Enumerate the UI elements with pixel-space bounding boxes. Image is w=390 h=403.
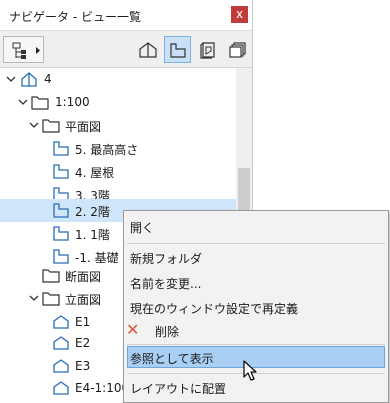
folder-icon [31,96,49,110]
chevron-down-icon[interactable] [29,120,39,130]
publisher-sets-icon [228,41,246,58]
folder-icon [42,119,60,133]
tree-item-label: 1:100 [55,95,90,109]
menu-item-label: 新規フォルダ [130,252,203,266]
chevron-down-icon[interactable] [18,97,28,107]
menu-item-delete[interactable]: ✕ 削除 [126,320,385,342]
tree-item-label: 2. 2階 [75,205,110,219]
menu-item-label: レイアウトに配置 [130,382,227,396]
elevation-icon [53,381,69,395]
tree-item-label: E4-1:100 [75,381,130,395]
menu-item-redefine[interactable]: 現在のウィンドウ設定で再定義 [127,297,385,319]
menu-item-label: 参照として表示 [130,352,214,366]
mouse-cursor-icon [243,360,257,381]
tree-item-label: 1. 1階 [75,228,110,242]
menu-separator [127,344,385,345]
window-title: ナビゲータ - ビュー一覧 [9,10,141,24]
tree-item-label: E2 [75,336,91,350]
view-map-button[interactable] [164,36,191,63]
floor-plan-icon [53,226,69,241]
floor-plan-icon [53,141,69,156]
tree-item-project[interactable]: 4 [0,68,236,91]
folder-icon [42,292,60,306]
chevron-down-icon[interactable] [29,293,39,303]
toolbar [0,30,252,68]
tree-item-label: 立面図 [65,293,102,307]
view-map-icon [169,42,186,58]
elevation-icon [53,359,69,373]
folder-icon [42,269,60,283]
floor-plan-icon [53,164,69,179]
layout-book-button[interactable] [195,36,222,63]
menu-item-label: 名前を変更... [130,277,202,291]
project-map-button[interactable] [134,36,161,63]
elevation-icon [53,315,69,329]
menu-separator [127,243,385,244]
close-button[interactable]: x [231,6,248,23]
tree-item-label: 平面図 [65,120,102,134]
tree-options-icon [12,42,40,59]
menu-item-open[interactable]: 開く [127,216,385,238]
menu-item-label: 削除 [155,325,180,339]
title-bar: ナビゲータ - ビュー一覧 x [0,0,252,30]
floor-plan-icon [53,203,69,218]
tree-item-label: 4 [44,72,52,86]
tree-item-folder-floor-plans[interactable]: 平面図 [0,114,236,137]
publisher-sets-button[interactable] [224,36,251,63]
project-map-icon [138,41,157,58]
tree-item-label: E1 [75,315,91,329]
tree-item-story[interactable]: 4. 屋根 [0,160,236,183]
menu-item-new-folder[interactable]: 新規フォルダ [127,247,385,269]
tree-item-label: 5. 最高高さ [75,143,139,157]
sets-menu-button[interactable] [3,36,44,63]
tree-item-story[interactable]: 5. 最高高さ [0,137,236,160]
tree-item-label: E3 [75,359,91,373]
tree-item-label: 4. 屋根 [75,166,115,180]
menu-item-label: 現在のウィンドウ設定で再定義 [130,302,299,316]
menu-item-rename[interactable]: 名前を変更... [127,272,385,294]
elevation-icon [53,336,69,350]
delete-x-icon: ✕ [126,320,140,339]
floor-plan-icon [53,249,69,264]
project-icon [21,72,37,87]
menu-item-label: 開く [130,221,155,235]
tree-item-label: 断面図 [65,270,102,284]
chevron-down-icon[interactable] [6,74,16,84]
layout-book-icon [199,41,215,59]
tree-item-folder-set[interactable]: 1:100 [0,91,236,114]
